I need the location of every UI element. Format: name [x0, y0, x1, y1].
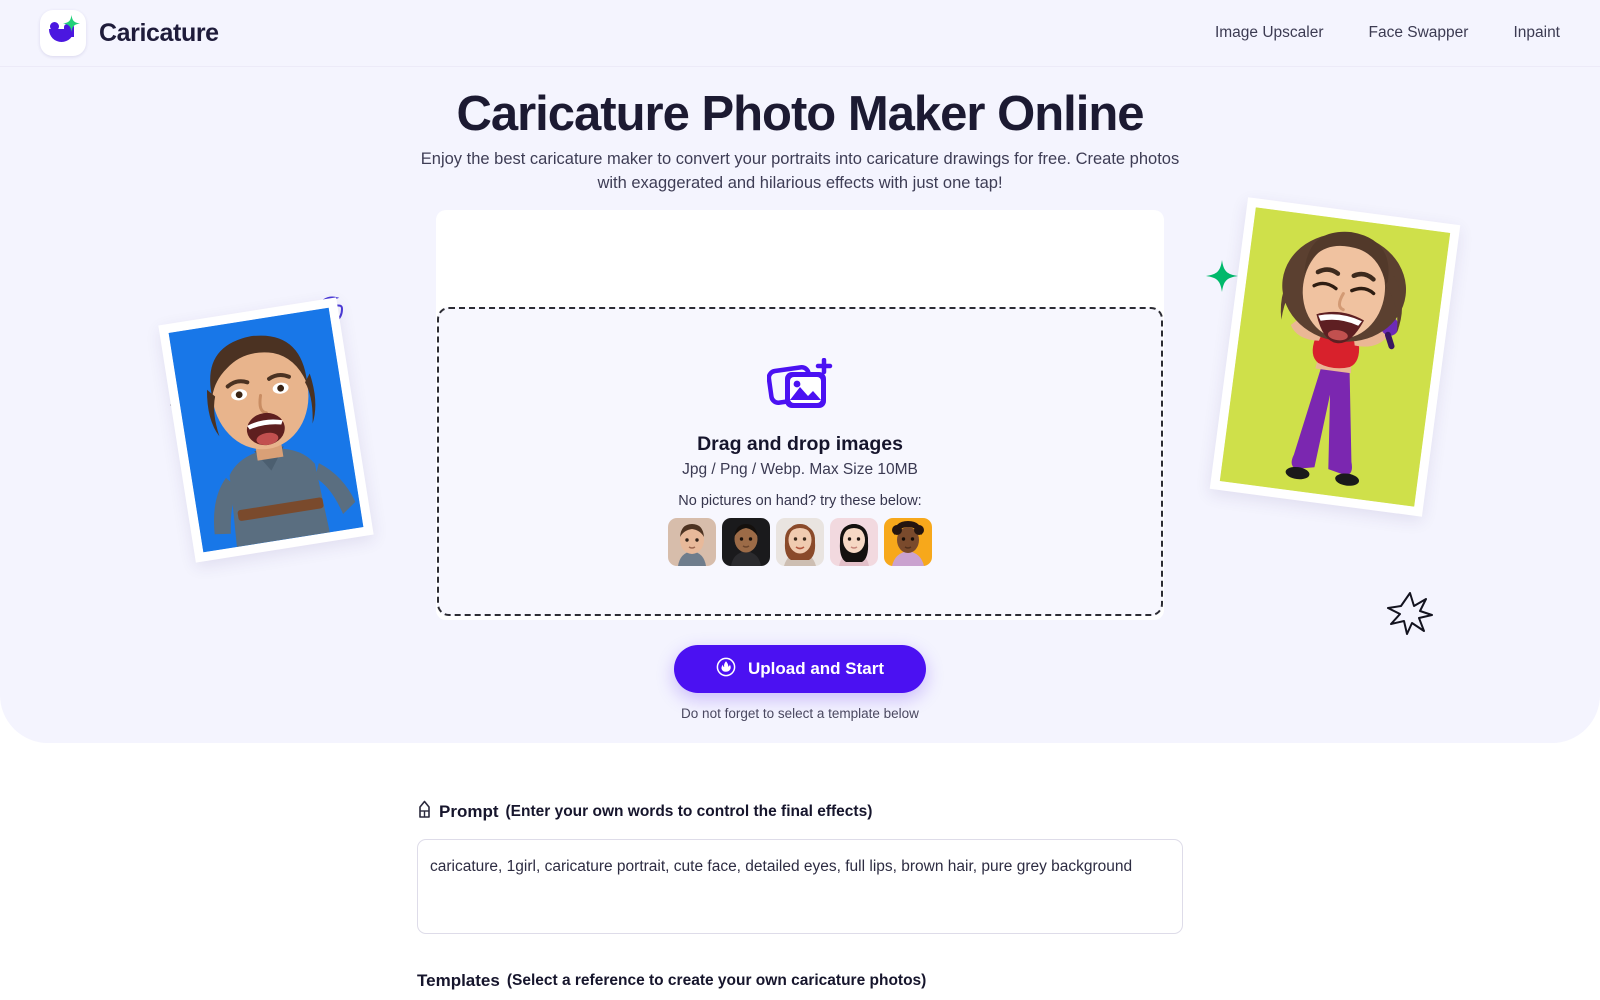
upload-and-start-button[interactable]: Upload and Start: [673, 645, 926, 693]
site-header: Caricature Image Upscaler Face Swapper I…: [0, 0, 1600, 67]
upload-dropzone[interactable]: Drag and drop images Jpg / Png / Webp. M…: [437, 307, 1163, 616]
dropzone-samples-hint: No pictures on hand? try these below:: [678, 492, 922, 509]
main-nav: Image Upscaler Face Swapper Inpaint: [1215, 24, 1560, 42]
prompt-label: Prompt: [439, 802, 499, 821]
nav-item-image-upscaler[interactable]: Image Upscaler: [1215, 24, 1324, 42]
templates-label-row: Templates (Select a reference to create …: [417, 971, 1600, 991]
page-root: Caricature Image Upscaler Face Swapper I…: [0, 0, 1600, 1000]
templates-label: Templates: [417, 971, 500, 990]
logo-star-icon: [63, 15, 80, 32]
prompt-label-row: Prompt (Enter your own words to control …: [417, 800, 1600, 824]
caricature-man-blue-photo: [158, 297, 374, 563]
settings-section: Prompt (Enter your own words to control …: [0, 800, 1600, 1000]
prompt-hint: (Enter your own words to control the fin…: [505, 803, 873, 820]
sample-portrait-2[interactable]: [722, 517, 770, 566]
nav-item-face-swapper[interactable]: Face Swapper: [1369, 24, 1469, 42]
caricature-woman-singer-photo: [1209, 197, 1461, 517]
hero-section: Caricature Photo Maker Online Enjoy the …: [0, 67, 1600, 743]
page-subtitle: Enjoy the best caricature maker to conve…: [420, 150, 1180, 192]
sample-portrait-1[interactable]: [668, 517, 716, 566]
sample-thumbnails: [668, 517, 932, 566]
logo-icon: [40, 10, 86, 56]
brand-logo[interactable]: Caricature: [40, 10, 219, 56]
pencil-icon: [417, 800, 432, 824]
dropzone-formats: Jpg / Png / Webp. Max Size 10MB: [682, 460, 918, 478]
green-four-point-star-icon: [1206, 260, 1238, 292]
templates-hint: (Select a reference to create your own c…: [506, 972, 927, 989]
cta-area: Upload and Start Do not forget to select…: [0, 645, 1600, 721]
page-title: Caricature Photo Maker Online: [456, 87, 1144, 141]
black-starburst-icon: [1387, 592, 1433, 635]
prompt-input[interactable]: [417, 839, 1183, 934]
nav-item-inpaint[interactable]: Inpaint: [1513, 24, 1560, 42]
cta-note: Do not forget to select a template below: [681, 706, 919, 721]
flame-icon: [716, 657, 736, 682]
sample-portrait-3[interactable]: [776, 517, 824, 566]
sample-portrait-5[interactable]: [884, 517, 932, 566]
dropzone-title: Drag and drop images: [697, 432, 903, 455]
add-images-icon: [766, 357, 833, 419]
brand-name: Caricature: [99, 18, 219, 47]
upload-button-label: Upload and Start: [747, 659, 884, 678]
sample-portrait-4[interactable]: [830, 517, 878, 566]
